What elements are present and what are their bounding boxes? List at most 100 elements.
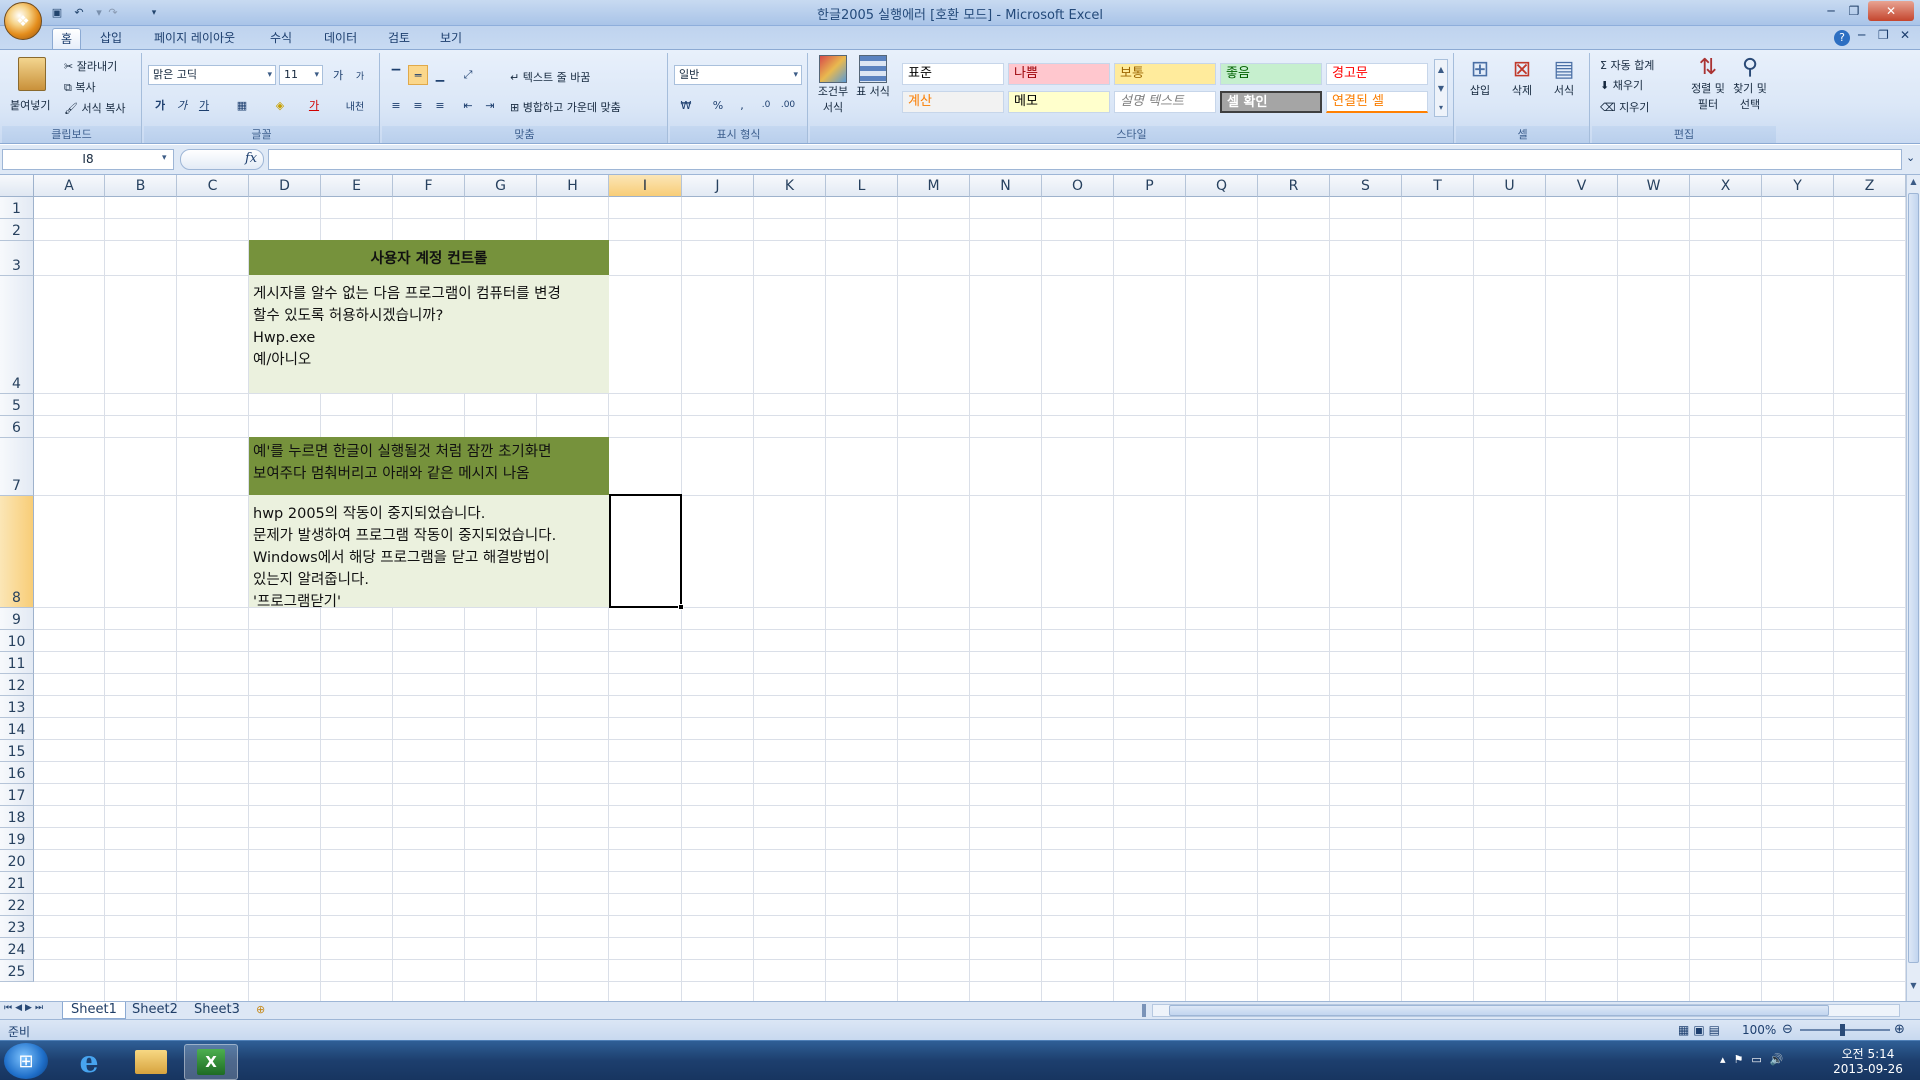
copy-button[interactable]: ⧉ 복사 — [64, 79, 96, 95]
tab-home[interactable]: 홈 — [52, 28, 82, 49]
column-header-s[interactable]: S — [1330, 175, 1402, 197]
column-header-a[interactable]: A — [34, 175, 105, 197]
column-header-m[interactable]: M — [898, 175, 970, 197]
borders-icon[interactable]: ▦ — [232, 95, 252, 115]
decrease-decimal-icon[interactable]: .00 — [778, 95, 798, 115]
styles-scroll-icon[interactable]: ▲ ▼ ▾ — [1434, 59, 1448, 117]
vertical-scroll-thumb[interactable] — [1908, 193, 1919, 963]
column-header-d[interactable]: D — [249, 175, 321, 197]
column-header-p[interactable]: P — [1114, 175, 1186, 197]
phonetic-button[interactable]: 내천 — [340, 95, 370, 115]
vertical-scrollbar[interactable]: ▲ ▼ — [1906, 175, 1920, 1001]
row-header-23[interactable]: 23 — [0, 916, 34, 938]
row-header-1[interactable]: 1 — [0, 197, 34, 219]
increase-indent-icon[interactable]: ⇥ — [480, 95, 500, 115]
sheet-tab-1[interactable]: Sheet1 — [62, 1002, 126, 1019]
scroll-up-icon[interactable]: ▲ — [1908, 177, 1919, 191]
align-left-icon[interactable]: ≡ — [386, 95, 406, 115]
style-linked-cell[interactable]: 연결된 셀 — [1326, 91, 1428, 113]
expand-formula-bar-icon[interactable]: ⌄ — [1906, 151, 1915, 164]
taskbar-explorer[interactable] — [124, 1044, 178, 1080]
tray-icons[interactable]: ▴⚑▭🔊 — [1720, 1053, 1791, 1066]
style-calculation[interactable]: 계산 — [902, 91, 1004, 113]
prompt-cell-d4[interactable]: 게시자를 알수 없는 다음 프로그램이 컴퓨터를 변경 할수 있도록 허용하시겠… — [249, 275, 609, 393]
column-header-n[interactable]: N — [970, 175, 1042, 197]
style-good[interactable]: 좋음 — [1220, 63, 1322, 85]
taskbar-ie[interactable]: e — [62, 1044, 116, 1080]
comma-icon[interactable]: , — [732, 95, 752, 115]
formula-input[interactable] — [268, 149, 1902, 170]
zoom-out-icon[interactable]: ⊖ — [1782, 1022, 1793, 1037]
row-header-5[interactable]: 5 — [0, 394, 34, 416]
style-bad[interactable]: 나쁨 — [1008, 63, 1110, 85]
tab-split-handle[interactable] — [1142, 1004, 1146, 1017]
row-header-8[interactable]: 8 — [0, 496, 34, 608]
row-header-9[interactable]: 9 — [0, 608, 34, 630]
column-header-j[interactable]: J — [682, 175, 754, 197]
font-name-select[interactable]: 맑은 고딕 — [148, 65, 276, 85]
row-header-13[interactable]: 13 — [0, 696, 34, 718]
insert-function-button[interactable]: fx — [245, 151, 257, 166]
align-center-icon[interactable]: ≡ — [408, 95, 428, 115]
row-header-3[interactable]: 3 — [0, 241, 34, 276]
select-all-button[interactable] — [0, 175, 34, 197]
horizontal-scroll-thumb[interactable] — [1169, 1005, 1829, 1016]
tab-page-layout[interactable]: 페이지 레이아웃 — [146, 28, 243, 49]
clock[interactable]: 오전 5:14 2013-09-26 — [1820, 1045, 1916, 1076]
column-header-q[interactable]: Q — [1186, 175, 1258, 197]
currency-icon[interactable]: ₩ — [676, 95, 696, 115]
column-header-u[interactable]: U — [1474, 175, 1546, 197]
style-note[interactable]: 메모 — [1008, 91, 1110, 113]
insert-cells-button[interactable]: ⊞ 삽입 — [1462, 57, 1498, 98]
zoom-slider[interactable] — [1800, 1029, 1890, 1031]
find-select-button[interactable]: ⚲ 찾기 및 선택 — [1730, 55, 1770, 112]
sheet-nav-icons[interactable]: ⏮◀▶⏭ — [4, 1003, 46, 1013]
column-header-k[interactable]: K — [754, 175, 826, 197]
row-header-11[interactable]: 11 — [0, 652, 34, 674]
decrease-indent-icon[interactable]: ⇤ — [458, 95, 478, 115]
shrink-font-button[interactable]: 가 — [350, 65, 370, 85]
bold-button[interactable]: 가 — [150, 95, 170, 115]
row-header-12[interactable]: 12 — [0, 674, 34, 696]
workbook-close-icon[interactable]: ✕ — [1900, 28, 1910, 42]
view-mode-icons[interactable]: ▦▣▤ — [1678, 1023, 1724, 1037]
zoom-in-icon[interactable]: ⊕ — [1894, 1022, 1905, 1037]
align-middle-icon[interactable]: ═ — [408, 65, 428, 85]
column-header-t[interactable]: T — [1402, 175, 1474, 197]
merge-center-button[interactable]: ⊞ 병합하고 가운데 맞춤 — [510, 99, 621, 115]
row-header-25[interactable]: 25 — [0, 960, 34, 982]
title-cell-d3[interactable]: 사용자 계정 컨트롤 — [249, 240, 609, 275]
align-bottom-icon[interactable]: ▁ — [430, 65, 450, 85]
delete-cells-button[interactable]: ⊠ 삭제 — [1504, 57, 1540, 98]
row-header-19[interactable]: 19 — [0, 828, 34, 850]
column-header-b[interactable]: B — [105, 175, 177, 197]
style-explanatory[interactable]: 설명 텍스트 — [1114, 91, 1216, 113]
column-header-v[interactable]: V — [1546, 175, 1618, 197]
help-icon[interactable]: ? — [1834, 30, 1850, 46]
row-header-18[interactable]: 18 — [0, 806, 34, 828]
sort-filter-button[interactable]: ⇅ 정렬 및 필터 — [1688, 55, 1728, 112]
row-header-20[interactable]: 20 — [0, 850, 34, 872]
fill-handle[interactable] — [678, 604, 684, 610]
column-header-z[interactable]: Z — [1834, 175, 1906, 197]
align-top-icon[interactable]: ▔ — [386, 65, 406, 85]
column-header-i[interactable]: I — [609, 175, 682, 197]
taskbar-excel[interactable]: X — [184, 1044, 238, 1080]
fill-button[interactable]: ⬇ 채우기 — [1600, 77, 1643, 93]
cut-button[interactable]: ✂ 잘라내기 — [64, 58, 117, 74]
scroll-down-icon[interactable]: ▼ — [1908, 981, 1919, 995]
tab-formulas[interactable]: 수식 — [262, 28, 300, 49]
worksheet-grid[interactable]: ABCDEFGHIJKLMNOPQRSTUVWXYZ 1 2 3 4 5 6 7 8 9 10 11… — [0, 175, 1906, 1001]
column-header-y[interactable]: Y — [1762, 175, 1834, 197]
clear-button[interactable]: ⌫ 지우기 — [1600, 99, 1649, 115]
column-header-g[interactable]: G — [465, 175, 537, 197]
wrap-text-button[interactable]: ↵ 텍스트 줄 바꿈 — [510, 69, 590, 85]
format-as-table-button[interactable]: 표 서식 — [856, 55, 890, 125]
tab-view[interactable]: 보기 — [432, 28, 470, 49]
horizontal-scrollbar[interactable] — [1152, 1004, 1900, 1017]
row-header-6[interactable]: 6 — [0, 416, 34, 438]
row-header-17[interactable]: 17 — [0, 784, 34, 806]
row-header-14[interactable]: 14 — [0, 718, 34, 740]
row-header-21[interactable]: 21 — [0, 872, 34, 894]
increase-decimal-icon[interactable]: .0 — [756, 95, 776, 115]
